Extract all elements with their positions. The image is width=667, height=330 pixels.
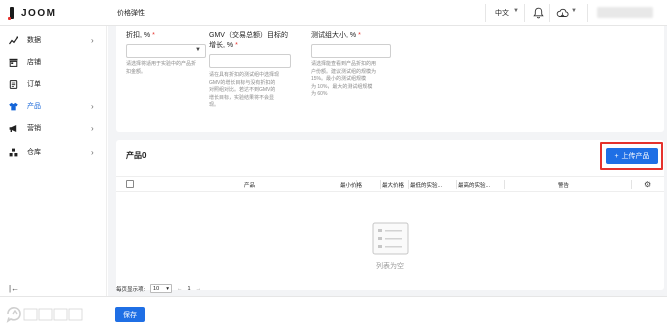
products-card: 产品0 + 上传产品 产品 最小价格 最大价格 最低的实验... 最高的实验..… (116, 140, 664, 290)
sidebar-item-products[interactable]: 产品 › (0, 97, 107, 115)
sidebar-item-warehouse[interactable]: 仓库 › (0, 143, 107, 161)
page-size-label: 每页显示项: (116, 286, 146, 293)
cloud-icon[interactable] (556, 7, 569, 19)
megaphone-icon (9, 124, 17, 132)
plus-icon: + (614, 152, 619, 160)
warehouse-icon (9, 148, 18, 156)
discount-label: 折扣, % * (126, 32, 155, 39)
sidebar-item-label: 仓库 (27, 149, 41, 156)
top-bar: JOOM 价格弹性 中文 ▼ ▼ (0, 0, 667, 26)
gear-icon[interactable]: ⚙ (644, 180, 651, 189)
test-group-size-help: 请选择能查看到产品折扣的用 户份额。建议测试组的规模为 15%。最小的测试组规模… (311, 61, 377, 97)
chevron-down-icon: ▼ (195, 47, 201, 53)
store-icon (9, 58, 18, 67)
column-lowest-experimental[interactable]: 最低的实验... (410, 181, 442, 189)
empty-list-icon (372, 222, 409, 255)
sidebar-item-label: 产品 (27, 103, 41, 110)
chevron-right-icon: › (91, 147, 94, 157)
column-warning[interactable]: 警告 (558, 181, 569, 189)
select-all-checkbox[interactable] (126, 180, 134, 188)
sidebar-item-marketing[interactable]: 营销 › (0, 119, 107, 137)
chevron-right-icon: › (91, 35, 94, 45)
page-title: 价格弹性 (117, 10, 145, 17)
language-selector[interactable]: 中文 (495, 8, 509, 18)
collapse-sidebar-icon[interactable]: |← (9, 284, 19, 293)
upload-products-button[interactable]: + 上传产品 (606, 148, 658, 164)
discount-help: 请选择将适用于实验中的产品折 扣金额。 (126, 61, 197, 75)
test-group-size-label: 测试组大小, % * (311, 32, 361, 39)
chevron-down-icon[interactable]: ▼ (513, 8, 519, 14)
column-separator (504, 180, 505, 189)
gmv-growth-input[interactable] (209, 54, 291, 68)
sidebar: 数据 › 店铺 订单 产品 › 营销 › 仓库 › |← (0, 26, 107, 330)
divider (587, 4, 588, 22)
column-separator (631, 180, 632, 189)
column-min-price[interactable]: 最小价格 (340, 181, 362, 189)
chevron-right-icon: › (91, 123, 94, 133)
logo-text: JOOM (21, 7, 57, 19)
watermark-logo (6, 307, 83, 323)
divider (524, 4, 525, 22)
logo-mark-icon (8, 7, 14, 20)
experiment-settings-card: 折扣, % * ▼ 请选择将适用于实验中的产品折 扣金额。 GMV（交易总额）目… (116, 26, 664, 132)
empty-list-text: 列表为空 (376, 263, 404, 270)
discount-select[interactable]: ▼ (126, 44, 206, 58)
test-group-size-input[interactable] (311, 44, 391, 58)
chevron-down-icon: ▾ (166, 285, 170, 292)
next-page-icon[interactable]: → (196, 286, 202, 292)
page-size-select[interactable]: 10 ▾ (150, 284, 173, 293)
sidebar-item-label: 数据 (27, 37, 41, 44)
joom-logo[interactable]: JOOM (8, 7, 57, 20)
sidebar-item-label: 店铺 (27, 59, 41, 66)
gmv-growth-label: GMV（交易总额）目标的 增长, % * (209, 32, 288, 49)
analytics-icon (9, 35, 18, 44)
sidebar-item-label: 订单 (27, 81, 41, 88)
sidebar-item-orders[interactable]: 订单 (0, 75, 107, 93)
column-max-price[interactable]: 最大价格 (382, 181, 404, 189)
sidebar-item-label: 营销 (27, 125, 41, 132)
pagination: 每页显示项: 10 ▾ ← 1 → (116, 284, 201, 293)
column-separator (456, 180, 457, 189)
shirt-icon (9, 102, 18, 110)
gmv-growth-help: 请在具有折扣的测试组中选择现 GMV的增长目标与没有折扣的 对照组对比。若达不到… (209, 72, 280, 108)
column-separator (380, 180, 381, 189)
products-table-header: 产品 最小价格 最大价格 最低的实验... 最高的实验... 警告 ⚙ (116, 176, 664, 192)
prev-page-icon[interactable]: ← (177, 286, 183, 292)
bell-icon[interactable] (533, 7, 544, 19)
save-button[interactable]: 保存 (115, 307, 145, 322)
sidebar-item-store[interactable]: 店铺 (0, 53, 107, 71)
page-size-value: 10 (153, 285, 160, 292)
page-indicator[interactable]: 1 (188, 286, 191, 292)
main-content: 折扣, % * ▼ 请选择将适用于实验中的产品折 扣金额。 GMV（交易总额）目… (108, 26, 667, 330)
user-menu[interactable] (597, 7, 653, 18)
column-product[interactable]: 产品 (244, 181, 255, 189)
orders-icon (9, 79, 18, 89)
column-highest-experimental[interactable]: 最高的实验... (458, 181, 490, 189)
footer-bar: 保存 (0, 296, 667, 330)
column-separator (408, 180, 409, 189)
chevron-right-icon: › (91, 101, 94, 111)
products-title: 产品0 (126, 151, 147, 160)
divider (549, 4, 550, 22)
divider (485, 4, 486, 22)
chevron-down-icon[interactable]: ▼ (571, 8, 577, 14)
upload-products-label: 上传产品 (621, 153, 650, 160)
sidebar-item-data[interactable]: 数据 › (0, 31, 107, 49)
